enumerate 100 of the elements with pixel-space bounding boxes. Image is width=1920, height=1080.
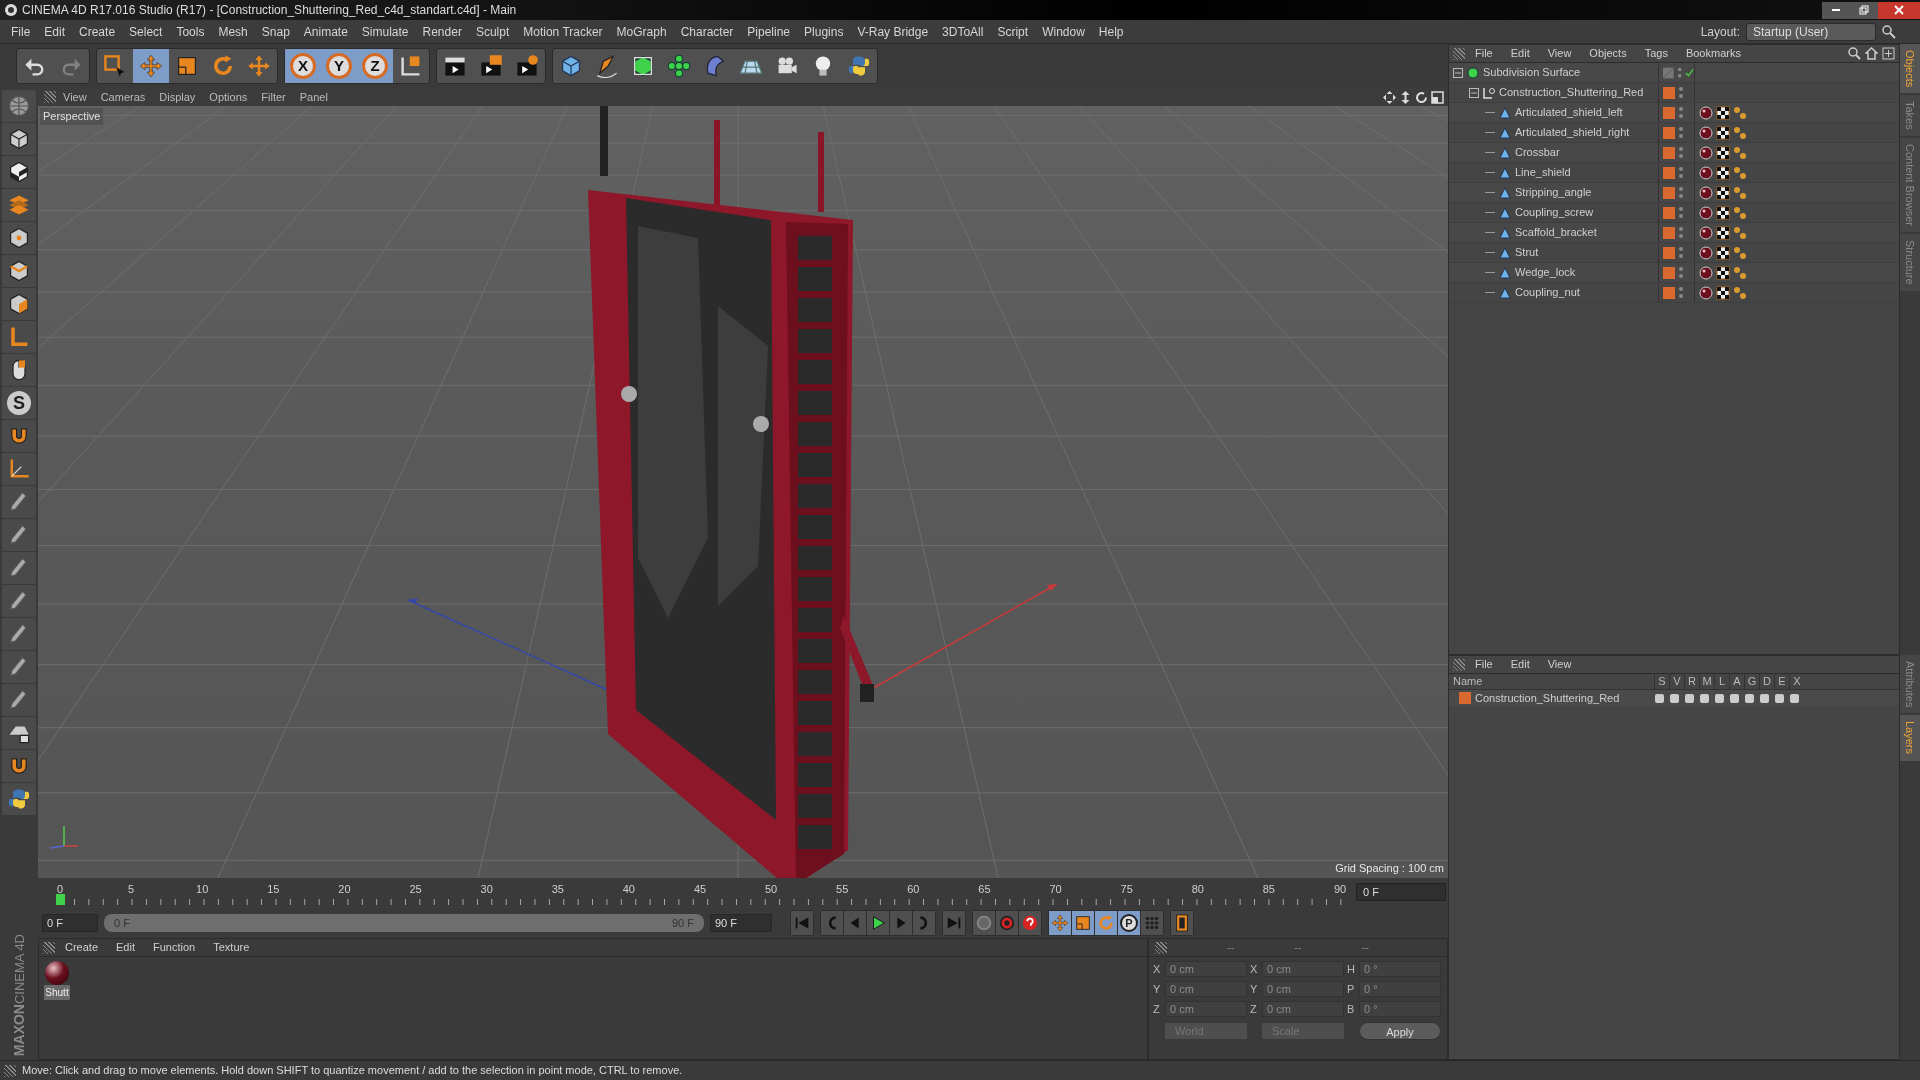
material-preview[interactable] bbox=[45, 961, 69, 985]
menu-item[interactable]: Pipeline bbox=[740, 22, 798, 41]
layer-color-swatch[interactable] bbox=[1663, 126, 1675, 139]
panel-handle[interactable] bbox=[1453, 47, 1465, 60]
tool-button[interactable] bbox=[2, 255, 36, 287]
column-header[interactable]: S bbox=[1654, 673, 1669, 690]
tool-button[interactable] bbox=[2, 123, 36, 155]
menu-item[interactable]: Simulate bbox=[354, 22, 416, 41]
panel-handle[interactable] bbox=[4, 1064, 16, 1077]
menu-item[interactable]: 3DToAll bbox=[935, 22, 991, 41]
layer-color-swatch[interactable] bbox=[1663, 106, 1675, 119]
object-name[interactable]: Line_shield bbox=[1515, 164, 1571, 181]
menu-item[interactable]: Animate bbox=[296, 22, 355, 41]
coordinate-field[interactable]: 0 cm bbox=[1262, 981, 1344, 997]
menu-item[interactable]: Character bbox=[673, 22, 741, 41]
menu-item[interactable]: Objects bbox=[1581, 45, 1635, 62]
menu-item[interactable]: Bookmarks bbox=[1677, 45, 1749, 62]
menu-item[interactable]: Plugins bbox=[797, 22, 851, 41]
layer-color-swatch[interactable] bbox=[1663, 246, 1675, 259]
viewport-menu-item[interactable]: View bbox=[56, 88, 94, 106]
column-header[interactable]: M bbox=[1699, 673, 1714, 690]
side-tab[interactable]: Layers bbox=[1900, 715, 1920, 761]
layer-color-swatch[interactable] bbox=[1663, 266, 1675, 279]
playback-button[interactable] bbox=[867, 911, 889, 935]
object-name[interactable]: Scaffold_bracket bbox=[1515, 224, 1597, 241]
panel-handle[interactable] bbox=[1453, 658, 1465, 671]
column-header[interactable]: Name bbox=[1449, 673, 1654, 690]
menu-item[interactable]: File bbox=[1467, 45, 1501, 62]
viewport-menu-item[interactable]: Options bbox=[202, 88, 255, 106]
menu-item[interactable]: Motion Tracker bbox=[516, 22, 610, 41]
column-header[interactable]: X bbox=[1789, 673, 1804, 690]
menu-item[interactable]: Edit bbox=[108, 939, 143, 956]
panel-handle[interactable] bbox=[44, 91, 56, 103]
layer-color-swatch[interactable] bbox=[1663, 286, 1675, 299]
object-name[interactable]: Wedge_lock bbox=[1515, 264, 1576, 281]
tool-button[interactable] bbox=[2, 222, 36, 254]
object-name[interactable]: Construction_Shuttering_Red bbox=[1499, 84, 1644, 101]
viewport-menu-item[interactable]: Filter bbox=[254, 88, 293, 106]
object-name[interactable]: Subdivision Surface bbox=[1483, 64, 1581, 81]
layout-dropdown[interactable]: Startup (User) bbox=[1746, 22, 1876, 41]
tool-button[interactable] bbox=[2, 156, 36, 188]
axis-lock-button[interactable]: X bbox=[285, 49, 321, 83]
menu-item[interactable]: File bbox=[1467, 656, 1501, 673]
menu-item[interactable]: Edit bbox=[37, 22, 73, 41]
restore-button[interactable] bbox=[1850, 1, 1878, 19]
minimize-button[interactable] bbox=[1822, 1, 1850, 19]
menu-item[interactable]: Create bbox=[72, 22, 123, 41]
layer-color-swatch[interactable] bbox=[1663, 226, 1675, 239]
menu-item[interactable]: MoGraph bbox=[609, 22, 674, 41]
coordinate-field[interactable]: 0 ° bbox=[1359, 961, 1441, 977]
tool-button[interactable] bbox=[2, 354, 36, 386]
layer-color-swatch[interactable] bbox=[1663, 186, 1675, 199]
check-icon[interactable] bbox=[1685, 67, 1694, 78]
menu-item[interactable]: Window bbox=[1035, 22, 1092, 41]
viewport-menu-item[interactable]: Panel bbox=[292, 88, 335, 106]
menu-item[interactable]: Tools bbox=[169, 22, 212, 41]
viewport-menu-item[interactable]: Display bbox=[152, 88, 203, 106]
menu-item[interactable]: Tags bbox=[1636, 45, 1676, 62]
close-button[interactable] bbox=[1878, 1, 1920, 19]
column-header[interactable]: D bbox=[1759, 673, 1774, 690]
playback-button[interactable] bbox=[1171, 911, 1193, 935]
end-frame-field[interactable]: 90 F bbox=[710, 914, 772, 932]
tool-button[interactable] bbox=[2, 288, 36, 320]
object-name[interactable]: Stripping_angle bbox=[1515, 184, 1592, 201]
panel-handle[interactable] bbox=[1155, 941, 1167, 954]
menu-item[interactable]: Texture bbox=[205, 939, 258, 956]
object-name[interactable]: Coupling_nut bbox=[1515, 284, 1580, 301]
tool-button[interactable] bbox=[2, 717, 36, 749]
menu-item[interactable]: Function bbox=[145, 939, 204, 956]
column-header[interactable]: R bbox=[1684, 673, 1699, 690]
object-name[interactable]: Coupling_screw bbox=[1515, 204, 1594, 221]
column-header[interactable]: E bbox=[1774, 673, 1789, 690]
menu-item[interactable]: Create bbox=[57, 939, 107, 956]
axis-lock-button[interactable]: Z bbox=[357, 49, 393, 83]
object-name[interactable]: Articulated_shield_right bbox=[1515, 124, 1630, 141]
object-name[interactable]: Crossbar bbox=[1515, 144, 1560, 161]
menu-item[interactable]: Edit bbox=[1502, 45, 1538, 62]
tool-button[interactable] bbox=[2, 420, 36, 452]
coordinate-field[interactable]: 0 cm bbox=[1262, 1001, 1344, 1017]
layer-color-swatch[interactable] bbox=[1663, 206, 1675, 219]
object-name[interactable]: Articulated_shield_left bbox=[1515, 104, 1623, 121]
layer-color-swatch[interactable] bbox=[1663, 146, 1675, 159]
current-frame-field[interactable]: 0 F bbox=[1356, 883, 1446, 901]
viewport-menu-item[interactable]: Cameras bbox=[93, 88, 153, 106]
layer-color-swatch[interactable] bbox=[1459, 692, 1471, 704]
collapse-icon[interactable] bbox=[1453, 67, 1463, 78]
coordinate-field[interactable]: 0 ° bbox=[1359, 1001, 1441, 1017]
menu-item[interactable]: View bbox=[1539, 656, 1580, 673]
start-frame-field[interactable]: 0 F bbox=[42, 914, 98, 932]
side-tab[interactable]: Objects bbox=[1900, 44, 1920, 94]
coordinate-field[interactable]: 0 ° bbox=[1359, 981, 1441, 997]
coordinate-field[interactable]: 0 cm bbox=[1165, 1001, 1247, 1017]
coordinate-field[interactable]: 0 cm bbox=[1165, 981, 1247, 997]
column-header[interactable]: A bbox=[1729, 673, 1744, 690]
layer-color-swatch[interactable] bbox=[1663, 166, 1675, 179]
playback-button[interactable] bbox=[1072, 911, 1094, 935]
playback-button[interactable]: P bbox=[1118, 911, 1140, 935]
menu-item[interactable]: Edit bbox=[1502, 656, 1538, 673]
column-header[interactable]: L bbox=[1714, 673, 1729, 690]
menu-item[interactable]: V-Ray Bridge bbox=[850, 22, 936, 41]
